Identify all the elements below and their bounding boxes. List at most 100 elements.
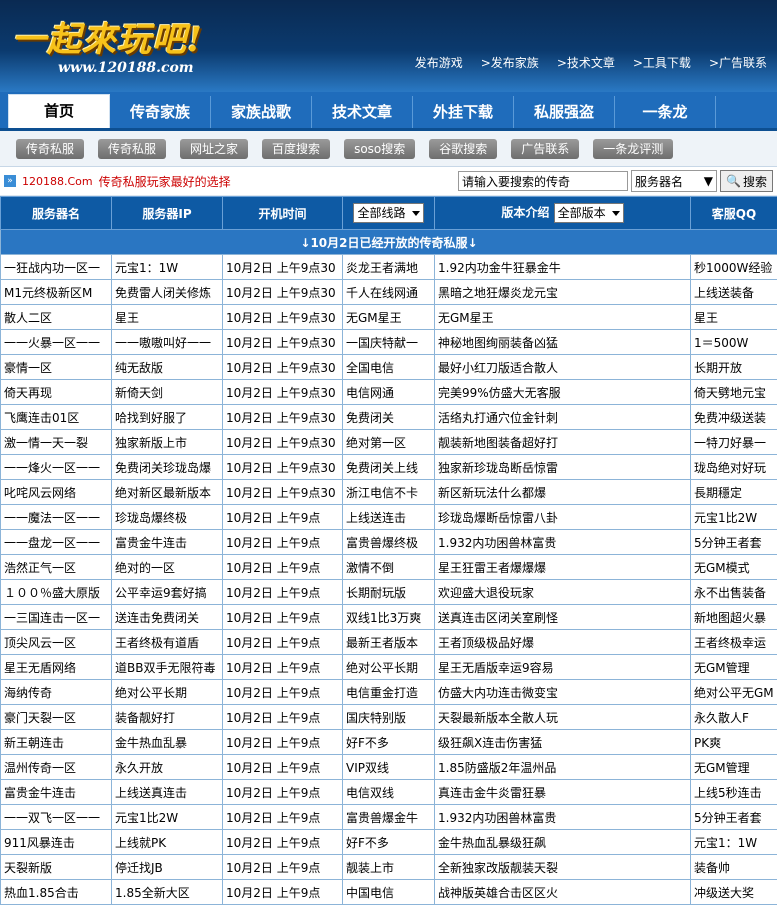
cell-open-time: 10月2日 上午9点: [223, 780, 343, 805]
cell-version-intro: 战神版英雄合击区区火: [435, 880, 691, 905]
table-row: 新王朝连击金牛热血乱暴10月2日 上午9点好F不多级狂飙X连击伤害猛PK爽: [1, 730, 777, 755]
cell-server-name[interactable]: 一一烽火一区一一: [1, 455, 112, 480]
cell-server-name[interactable]: 倚天再现: [1, 380, 112, 405]
table-row: 激一情一天一裂独家新版上市10月2日 上午9点30绝对第一区靓装新地图装备超好打…: [1, 430, 777, 455]
version-select[interactable]: 全部版本: [554, 203, 624, 223]
cell-support-qq: 无GM管理: [691, 755, 777, 780]
top-link-publish-family[interactable]: >发布家族: [481, 54, 539, 71]
cell-server-name[interactable]: 天裂新版: [1, 855, 112, 880]
nav-legend-family[interactable]: 传奇家族: [110, 96, 211, 128]
version-select-label: 全部版本: [558, 206, 606, 220]
nav-one-stop[interactable]: 一条龙: [615, 96, 716, 128]
subnav-baidu-search[interactable]: 百度搜索: [262, 139, 330, 159]
cell-route: 免费闭关上线: [343, 455, 435, 480]
cell-server-name[interactable]: 一三国连击一区一: [1, 605, 112, 630]
date-banner: ↓10月2日已经开放的传奇私服↓: [1, 230, 777, 255]
cell-support-qq: 星王: [691, 305, 777, 330]
cell-server-name[interactable]: M1元终极新区M: [1, 280, 112, 305]
promo-bar: » 120188.Com 传奇私服玩家最好的选择 服务器名 ▼ 🔍 搜索: [0, 167, 777, 196]
cell-open-time: 10月2日 上午9点: [223, 580, 343, 605]
site-logo[interactable]: 一起來玩吧!: [12, 12, 203, 61]
cell-support-qq: 一特刀好暴一: [691, 430, 777, 455]
subnav-legend-private-1[interactable]: 传奇私服: [16, 139, 84, 159]
cell-server-name[interactable]: 一一盘龙一区一一: [1, 530, 112, 555]
search-type-label: 服务器名: [635, 173, 683, 190]
top-link-publish-game[interactable]: 发布游戏: [415, 54, 463, 71]
cell-route: 富贵兽爆终极: [343, 530, 435, 555]
cell-route: 靓装上市: [343, 855, 435, 880]
cell-server-name[interactable]: １００％盛大原版: [1, 580, 112, 605]
cell-server-name[interactable]: 温州传奇一区: [1, 755, 112, 780]
cell-server-ip: 独家新版上市: [112, 430, 223, 455]
cell-support-qq: 绝对公平无GM: [691, 680, 777, 705]
search-button-label: 搜索: [743, 173, 767, 190]
cell-version-intro: 金牛热血乱暴级狂飙: [435, 830, 691, 855]
header-version-cell: 版本介绍 全部版本: [435, 197, 691, 230]
cell-server-name[interactable]: 豪门天裂一区: [1, 705, 112, 730]
cell-server-name[interactable]: 一一火暴一区一一: [1, 330, 112, 355]
nav-home[interactable]: 首页: [8, 94, 110, 128]
cell-server-name[interactable]: 热血1.85合击: [1, 880, 112, 905]
cell-route: 全国电信: [343, 355, 435, 380]
cell-server-name[interactable]: 叱咤风云网络: [1, 480, 112, 505]
route-select[interactable]: 全部线路: [353, 203, 423, 223]
cell-server-name[interactable]: 911风暴连击: [1, 830, 112, 855]
cell-server-name[interactable]: 新王朝连击: [1, 730, 112, 755]
cell-server-name[interactable]: 豪情一区: [1, 355, 112, 380]
cell-open-time: 10月2日 上午9点: [223, 605, 343, 630]
cell-version-intro: 靓装新地图装备超好打: [435, 430, 691, 455]
cell-route: 好F不多: [343, 730, 435, 755]
site-url: www.120188.com: [58, 60, 194, 76]
nav-tech-articles[interactable]: 技术文章: [312, 96, 413, 128]
cell-server-ip: 一一嗷嗷叫好一一: [112, 330, 223, 355]
search-input[interactable]: [458, 171, 628, 191]
subnav-ad-contact[interactable]: 广告联系: [511, 139, 579, 159]
cell-version-intro: 无GM星王: [435, 305, 691, 330]
cell-server-name[interactable]: 海纳传奇: [1, 680, 112, 705]
cell-server-name[interactable]: 富贵金牛连击: [1, 780, 112, 805]
cell-server-ip: 元宝1：1W: [112, 255, 223, 280]
cell-version-intro: 完美99%仿盛大无客服: [435, 380, 691, 405]
cell-server-ip: 绝对的一区: [112, 555, 223, 580]
cell-support-qq: 倚天劈地元宝: [691, 380, 777, 405]
subnav-one-stop-review[interactable]: 一条龙评测: [593, 139, 673, 159]
cell-server-name[interactable]: 浩然正气一区: [1, 555, 112, 580]
subnav-legend-private-2[interactable]: 传奇私服: [98, 139, 166, 159]
cell-server-name[interactable]: 飞鹰连击01区: [1, 405, 112, 430]
cell-server-name[interactable]: 星王无盾网络: [1, 655, 112, 680]
cell-version-intro: 级狂飙X连击伤害猛: [435, 730, 691, 755]
cell-server-ip: 王者终极有道盾: [112, 630, 223, 655]
top-link-ad-contact[interactable]: >广告联系: [709, 54, 767, 71]
cell-server-name[interactable]: 一一双飞一区一一: [1, 805, 112, 830]
cell-server-ip: 1.85全新大区: [112, 880, 223, 905]
subnav-soso-search[interactable]: soso搜索: [344, 139, 415, 159]
table-row: 富贵金牛连击上线送真连击10月2日 上午9点电信双线真连击金牛炎雷狂暴上线5秒连…: [1, 780, 777, 805]
cell-server-name[interactable]: 一狂战内功一区一: [1, 255, 112, 280]
cell-server-ip: 免费闭关珍珑岛爆: [112, 455, 223, 480]
cell-server-name[interactable]: 散人二区: [1, 305, 112, 330]
nav-private-server[interactable]: 私服强盗: [514, 96, 615, 128]
cell-support-qq: 1＝500W: [691, 330, 777, 355]
search-type-select[interactable]: 服务器名 ▼: [631, 170, 717, 192]
cell-server-name[interactable]: 顶尖风云一区: [1, 630, 112, 655]
cell-support-qq: 上线送装备: [691, 280, 777, 305]
nav-family-war[interactable]: 家族战歌: [211, 96, 312, 128]
promo-text[interactable]: 传奇私服玩家最好的选择: [99, 173, 231, 190]
cell-server-name[interactable]: 激一情一天一裂: [1, 430, 112, 455]
cell-route: 最新王者版本: [343, 630, 435, 655]
cell-server-ip: 绝对公平长期: [112, 680, 223, 705]
cell-open-time: 10月2日 上午9点: [223, 855, 343, 880]
promo-site[interactable]: 120188.Com: [22, 175, 93, 188]
subnav-url-home[interactable]: 网址之家: [180, 139, 248, 159]
table-row: 顶尖风云一区王者终极有道盾10月2日 上午9点最新王者版本王者顶级极品好爆王者终…: [1, 630, 777, 655]
top-link-tool-download[interactable]: >工具下载: [633, 54, 691, 71]
nav-plugin-download[interactable]: 外挂下载: [413, 96, 514, 128]
search-button[interactable]: 🔍 搜索: [720, 170, 773, 192]
cell-server-name[interactable]: 一一魔法一区一一: [1, 505, 112, 530]
cell-open-time: 10月2日 上午9点30: [223, 305, 343, 330]
cell-route: 千人在线网通: [343, 280, 435, 305]
top-link-tech-articles[interactable]: >技术文章: [557, 54, 615, 71]
cell-version-intro: 最好小红刀版适合散人: [435, 355, 691, 380]
subnav-google-search[interactable]: 谷歌搜索: [429, 139, 497, 159]
cell-route: 国庆特别版: [343, 705, 435, 730]
